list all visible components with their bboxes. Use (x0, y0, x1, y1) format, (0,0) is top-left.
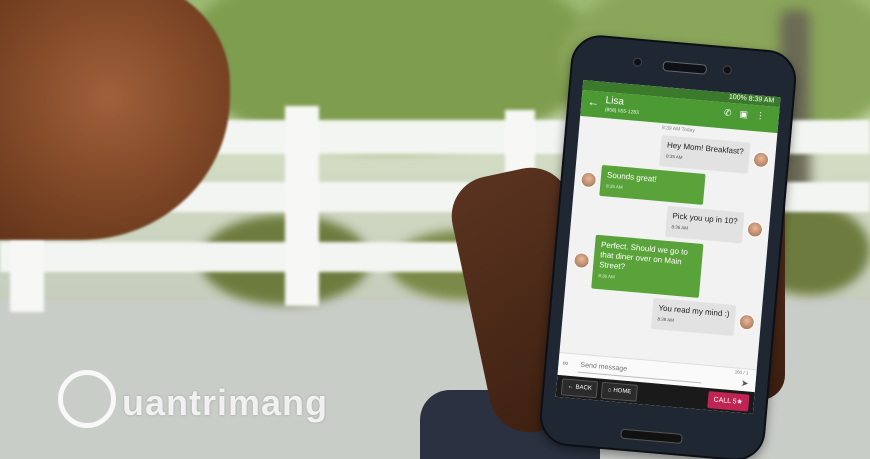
arrow-left-icon: ← (567, 383, 574, 391)
avatar (746, 220, 764, 238)
home-key[interactable] (620, 428, 683, 444)
contact-name: Lisa (605, 95, 625, 108)
message-text: Perfect. Should we go to that diner over… (598, 240, 689, 272)
watermark-text: uantrimang (122, 382, 329, 423)
avatar (752, 150, 770, 168)
quantrimang-logo-icon (58, 370, 116, 428)
earpiece-speaker (662, 60, 708, 75)
avatar (738, 312, 756, 331)
phone-screen: 100% 8:39 AM ← Lisa (858) 555-1283 ✆▣⋮ 8… (555, 79, 781, 415)
sensor (722, 65, 733, 75)
battery-level: 100% (728, 93, 747, 103)
home-icon: ⌂ (607, 387, 612, 394)
message-time: 8:36 AM (598, 273, 616, 280)
character-counter: 160 / 1 (734, 369, 749, 376)
fence-post (285, 106, 319, 306)
overflow-menu-icon[interactable]: ⋮ (755, 110, 773, 121)
smartphone: 100% 8:39 AM ← Lisa (858) 555-1283 ✆▣⋮ 8… (537, 32, 799, 459)
back-button-label: BACK (575, 384, 593, 392)
status-time: 8:39 AM (748, 95, 775, 105)
home-button-label: HOME (613, 387, 632, 396)
contact-card-icon[interactable]: ▣ (739, 109, 756, 120)
front-camera (632, 57, 643, 68)
attach-icon[interactable]: ∞ (562, 358, 568, 367)
home-button[interactable]: ⌂ HOME (600, 381, 638, 402)
send-icon[interactable]: ➤ (740, 378, 749, 390)
photo-scene: 100% 8:39 AM ← Lisa (858) 555-1283 ✆▣⋮ 8… (0, 0, 870, 459)
avatar (572, 251, 591, 270)
call-button-label: CALL 5★ (713, 396, 744, 407)
avatar (580, 170, 598, 188)
contact-phone: (858) 555-1283 (604, 106, 640, 116)
back-arrow-icon[interactable]: ← (587, 94, 600, 109)
conversation: 8:39 AM Today Hey Mom! Breakfast? 8:35 AM… (560, 116, 778, 366)
call-button[interactable]: CALL 5★ (706, 390, 750, 412)
back-button[interactable]: ← BACK (560, 377, 599, 398)
message-time: 8:35 AM (605, 183, 623, 190)
phone-icon[interactable]: ✆ (724, 107, 740, 118)
